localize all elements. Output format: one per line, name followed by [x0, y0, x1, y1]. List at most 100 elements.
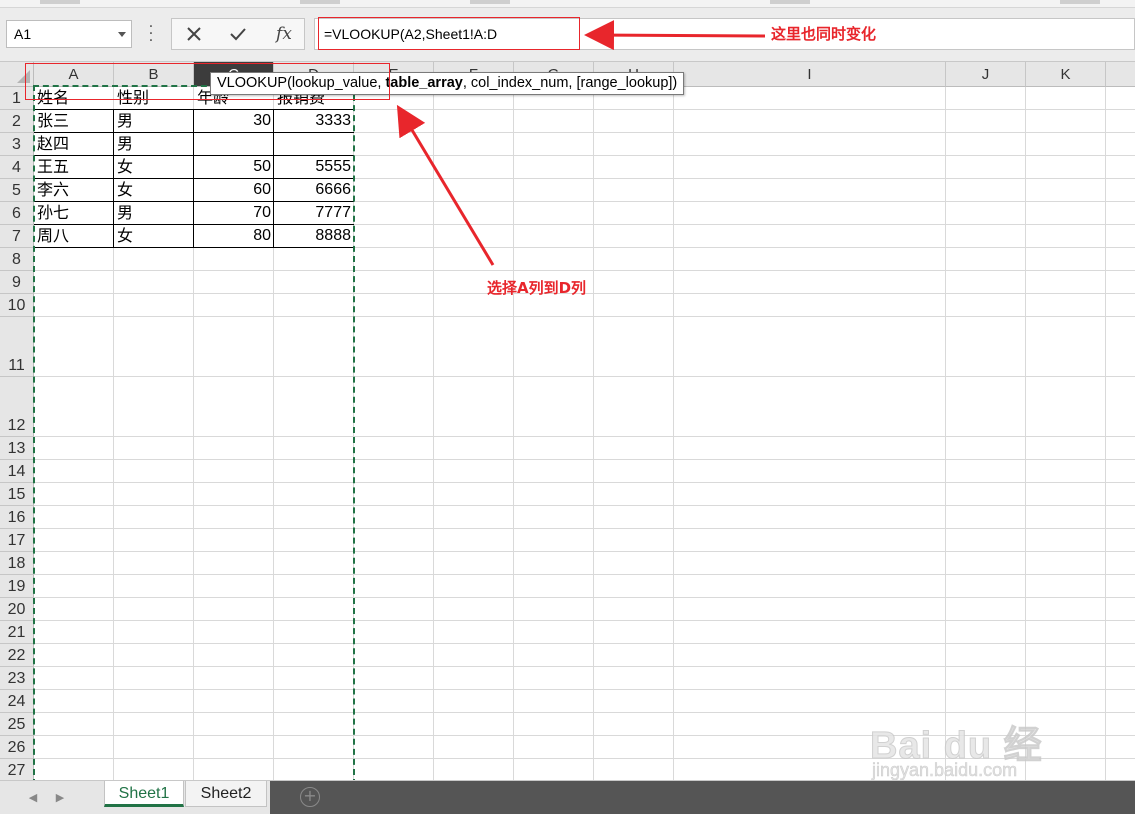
name-box-value: A1	[14, 26, 32, 42]
gridline-horizontal	[34, 712, 1135, 713]
table-cell[interactable]: 70	[194, 202, 274, 225]
table-cell[interactable]: 张三	[34, 110, 114, 133]
row-header-3[interactable]: 3	[0, 133, 34, 156]
gridline-horizontal	[34, 620, 1135, 621]
table-cell[interactable]: 60	[194, 179, 274, 202]
gridline-vertical	[1105, 87, 1106, 780]
row-header-26[interactable]: 26	[0, 736, 34, 759]
row-header-4[interactable]: 4	[0, 156, 34, 179]
gridline-horizontal	[34, 505, 1135, 506]
column-header-j[interactable]: J	[946, 62, 1026, 87]
row-header-8[interactable]: 8	[0, 248, 34, 271]
tooltip-current-arg[interactable]: table_array	[385, 75, 462, 91]
gridline-vertical	[513, 87, 514, 780]
row-header-12[interactable]: 12	[0, 377, 34, 437]
table-cell[interactable]: 30	[194, 110, 274, 133]
table-cell[interactable]: 5555	[274, 156, 354, 179]
row-header-27[interactable]: 27	[0, 759, 34, 780]
gridline-vertical	[433, 87, 434, 780]
scroll-right-icon[interactable]: ▶	[52, 790, 68, 806]
table-cell[interactable]	[194, 133, 274, 156]
table-border	[113, 110, 114, 248]
gridline-horizontal	[34, 689, 1135, 690]
table-cell[interactable]: 男	[114, 202, 194, 225]
gridline-horizontal	[34, 758, 1135, 759]
row-header-11[interactable]: 11	[0, 317, 34, 377]
row-header-23[interactable]: 23	[0, 667, 34, 690]
spreadsheet-grid[interactable]: ABCDEFGHIJK12345678910111213141516171819…	[0, 62, 1135, 780]
table-border	[34, 178, 354, 179]
gridline-horizontal	[34, 597, 1135, 598]
more-options-icon[interactable]: · · ·	[146, 20, 156, 48]
annotation-formula-note: 这里也同时变化	[771, 25, 877, 43]
table-border	[34, 247, 354, 248]
table-cell[interactable]: 王五	[34, 156, 114, 179]
row-header-13[interactable]: 13	[0, 437, 34, 460]
row-header-15[interactable]: 15	[0, 483, 34, 506]
table-cell[interactable]: 50	[194, 156, 274, 179]
gridline-horizontal	[34, 316, 1135, 317]
row-header-14[interactable]: 14	[0, 460, 34, 483]
gridline-vertical	[673, 87, 674, 780]
table-cell[interactable]: 赵四	[34, 133, 114, 156]
close-icon[interactable]	[174, 19, 214, 49]
row-header-9[interactable]: 9	[0, 271, 34, 294]
table-cell[interactable]: 7777	[274, 202, 354, 225]
row-header-10[interactable]: 10	[0, 294, 34, 317]
gridline-horizontal	[34, 482, 1135, 483]
add-sheet-icon[interactable]: +	[300, 787, 320, 807]
gridline-horizontal	[34, 574, 1135, 575]
sheet-tab-bar: ◀ ▶ Sheet1 Sheet2 +	[0, 780, 1135, 814]
table-border	[273, 110, 274, 248]
chevron-down-icon[interactable]	[118, 32, 126, 37]
row-header-6[interactable]: 6	[0, 202, 34, 225]
scroll-left-icon[interactable]: ◀	[25, 790, 41, 806]
table-cell[interactable]	[274, 133, 354, 156]
table-cell[interactable]: 女	[114, 179, 194, 202]
row-header-19[interactable]: 19	[0, 575, 34, 598]
table-cell[interactable]: 孙七	[34, 202, 114, 225]
row-header-17[interactable]: 17	[0, 529, 34, 552]
gridline-vertical	[945, 87, 946, 780]
gridline-horizontal	[34, 735, 1135, 736]
row-header-25[interactable]: 25	[0, 713, 34, 736]
name-box[interactable]: A1	[6, 20, 132, 48]
insert-function-icon[interactable]: fx	[264, 19, 304, 49]
gridline-vertical	[593, 87, 594, 780]
gridline-horizontal	[34, 270, 1135, 271]
row-header-24[interactable]: 24	[0, 690, 34, 713]
row-header-2[interactable]: 2	[0, 110, 34, 133]
row-header-18[interactable]: 18	[0, 552, 34, 575]
gridline-vertical	[1025, 87, 1026, 780]
table-border	[34, 109, 354, 110]
row-header-7[interactable]: 7	[0, 225, 34, 248]
table-cell[interactable]: 周八	[34, 225, 114, 248]
row-header-20[interactable]: 20	[0, 598, 34, 621]
row-header-22[interactable]: 22	[0, 644, 34, 667]
table-cell[interactable]: 男	[114, 110, 194, 133]
row-header-5[interactable]: 5	[0, 179, 34, 202]
checkmark-icon[interactable]	[218, 19, 258, 49]
table-cell[interactable]: 男	[114, 133, 194, 156]
table-cell[interactable]: 8888	[274, 225, 354, 248]
table-cell[interactable]: 6666	[274, 179, 354, 202]
column-header-k[interactable]: K	[1026, 62, 1106, 87]
tab-sheet1[interactable]: Sheet1	[104, 781, 184, 807]
row-header-16[interactable]: 16	[0, 506, 34, 529]
column-header-i[interactable]: I	[674, 62, 946, 87]
gridline-horizontal	[34, 459, 1135, 460]
tab-sheet2[interactable]: Sheet2	[185, 781, 267, 807]
annotation-columns-note: 选择A列到D列	[487, 279, 587, 297]
gridline-horizontal	[34, 528, 1135, 529]
table-cell[interactable]: 女	[114, 156, 194, 179]
row-header-21[interactable]: 21	[0, 621, 34, 644]
table-cell[interactable]: 3333	[274, 110, 354, 133]
column-header-overflow[interactable]	[1106, 62, 1135, 87]
table-border	[34, 132, 354, 133]
table-cell[interactable]: 80	[194, 225, 274, 248]
gridline-horizontal	[34, 436, 1135, 437]
formula-buttons: fx	[171, 18, 305, 50]
table-cell[interactable]: 女	[114, 225, 194, 248]
table-cell[interactable]: 李六	[34, 179, 114, 202]
table-border	[34, 155, 354, 156]
